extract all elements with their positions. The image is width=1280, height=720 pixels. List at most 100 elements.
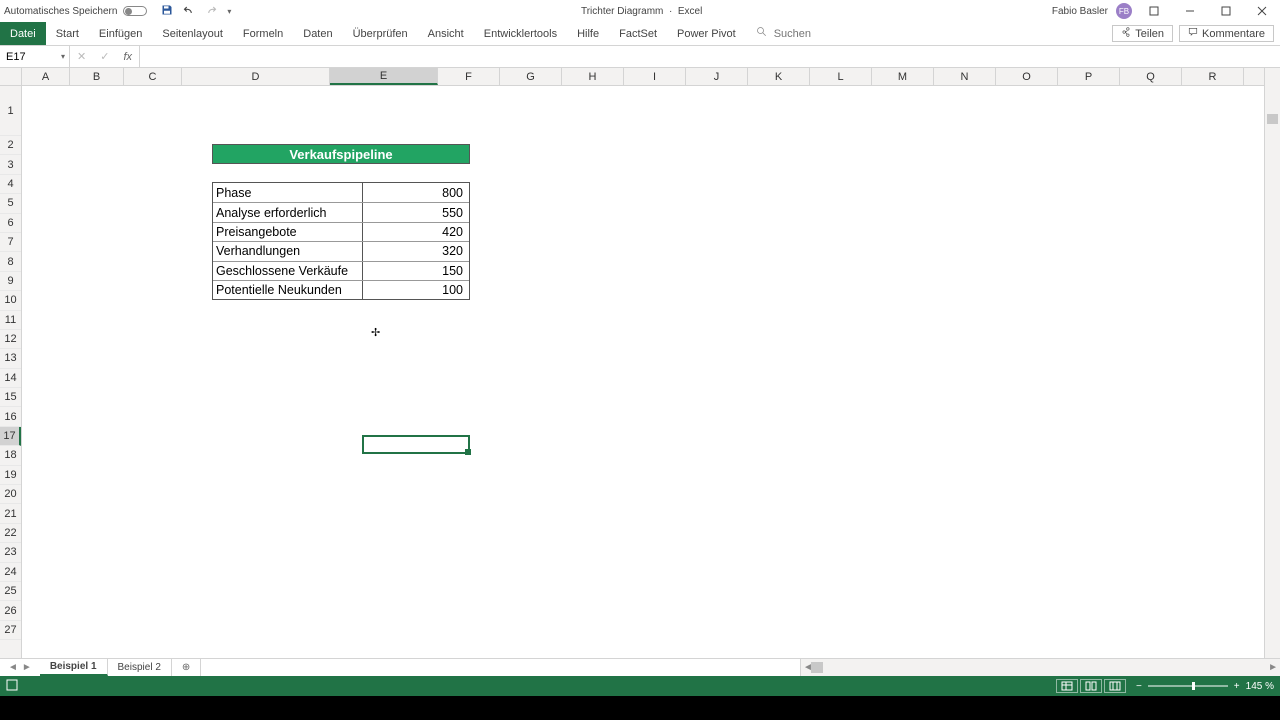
share-button[interactable]: Teilen (1112, 25, 1173, 42)
spreadsheet-grid[interactable]: ABCDEFGHIJKLMNOPQR 123456789101112131415… (0, 68, 1280, 658)
tab-file[interactable]: Datei (0, 22, 46, 45)
table-cell-label[interactable]: Phase (213, 183, 363, 202)
table-cell-label[interactable]: Analyse erforderlich (213, 203, 363, 221)
col-header-K[interactable]: K (748, 68, 810, 85)
row-header-25[interactable]: 25 (0, 582, 21, 601)
col-header-F[interactable]: F (438, 68, 500, 85)
row-header-12[interactable]: 12 (0, 330, 21, 349)
tab-formeln[interactable]: Formeln (233, 22, 293, 45)
table-cell-label[interactable]: Geschlossene Verkäufe (213, 262, 363, 280)
row-headers[interactable]: 1234567891011121314151617181920212223242… (0, 86, 22, 658)
ribbon-display-icon[interactable] (1140, 2, 1168, 20)
redo-icon[interactable] (205, 4, 217, 19)
tab-power pivot[interactable]: Power Pivot (667, 22, 746, 45)
table-row[interactable]: Analyse erforderlich550 (213, 202, 469, 221)
select-all-corner[interactable] (0, 68, 22, 86)
col-header-A[interactable]: A (22, 68, 70, 85)
col-header-C[interactable]: C (124, 68, 182, 85)
row-header-11[interactable]: 11 (0, 311, 21, 330)
zoom-control[interactable]: − + 145 % (1136, 681, 1274, 692)
row-header-21[interactable]: 21 (0, 504, 21, 523)
row-header-3[interactable]: 3 (0, 155, 21, 174)
row-header-14[interactable]: 14 (0, 369, 21, 388)
tab-hilfe[interactable]: Hilfe (567, 22, 609, 45)
avatar[interactable]: FB (1116, 3, 1132, 19)
tab-start[interactable]: Start (46, 22, 89, 45)
vertical-scrollbar[interactable] (1264, 68, 1280, 658)
col-header-R[interactable]: R (1182, 68, 1244, 85)
zoom-slider-thumb[interactable] (1192, 682, 1195, 690)
page-break-view-icon[interactable] (1104, 679, 1126, 693)
table-row[interactable]: Geschlossene Verkäufe150 (213, 261, 469, 280)
save-icon[interactable] (161, 4, 173, 19)
row-header-7[interactable]: 7 (0, 233, 21, 252)
row-header-13[interactable]: 13 (0, 349, 21, 368)
col-header-I[interactable]: I (624, 68, 686, 85)
pipeline-table[interactable]: Phase800Analyse erforderlich550Preisange… (212, 182, 470, 300)
tab-entwicklertools[interactable]: Entwicklertools (474, 22, 567, 45)
table-cell-label[interactable]: Preisangebote (213, 223, 363, 241)
col-header-J[interactable]: J (686, 68, 748, 85)
col-header-O[interactable]: O (996, 68, 1058, 85)
table-row[interactable]: Potentielle Neukunden100 (213, 280, 469, 299)
tab-überprüfen[interactable]: Überprüfen (343, 22, 418, 45)
col-header-Q[interactable]: Q (1120, 68, 1182, 85)
col-header-D[interactable]: D (182, 68, 330, 85)
cancel-icon[interactable]: ✕ (77, 50, 86, 63)
table-cell-label[interactable]: Verhandlungen (213, 242, 363, 260)
sheet-prev-icon[interactable]: ◄ (8, 662, 18, 673)
table-row[interactable]: Phase800 (213, 183, 469, 202)
fx-icon[interactable]: fx (123, 51, 132, 63)
table-row[interactable]: Preisangebote420 (213, 222, 469, 241)
row-header-26[interactable]: 26 (0, 601, 21, 620)
sheet-next-icon[interactable]: ► (22, 662, 32, 673)
row-header-27[interactable]: 27 (0, 621, 21, 640)
row-header-23[interactable]: 23 (0, 543, 21, 562)
row-header-6[interactable]: 6 (0, 214, 21, 233)
cells-area[interactable]: Verkaufspipeline Phase800Analyse erforde… (22, 86, 1264, 658)
zoom-level[interactable]: 145 % (1246, 681, 1274, 692)
undo-icon[interactable] (183, 4, 195, 19)
row-header-1[interactable]: 1 (0, 86, 21, 136)
col-header-M[interactable]: M (872, 68, 934, 85)
horizontal-scrollbar-thumb[interactable] (811, 662, 823, 673)
table-cell-value[interactable]: 800 (363, 183, 469, 202)
col-header-P[interactable]: P (1058, 68, 1120, 85)
row-header-2[interactable]: 2 (0, 136, 21, 155)
row-header-10[interactable]: 10 (0, 291, 21, 310)
page-layout-view-icon[interactable] (1080, 679, 1102, 693)
row-header-8[interactable]: 8 (0, 252, 21, 271)
maximize-icon[interactable] (1212, 2, 1240, 20)
tab-seitenlayout[interactable]: Seitenlayout (152, 22, 233, 45)
col-header-G[interactable]: G (500, 68, 562, 85)
tab-factset[interactable]: FactSet (609, 22, 667, 45)
close-icon[interactable] (1248, 2, 1276, 20)
row-header-4[interactable]: 4 (0, 175, 21, 194)
normal-view-icon[interactable] (1056, 679, 1078, 693)
row-header-24[interactable]: 24 (0, 563, 21, 582)
sheet-tab[interactable]: Beispiel 2 (108, 659, 172, 676)
table-cell-value[interactable]: 550 (363, 203, 469, 221)
table-cell-value[interactable]: 420 (363, 223, 469, 241)
search-input[interactable] (774, 28, 854, 40)
autosave-toggle[interactable] (123, 6, 147, 16)
table-cell-value[interactable]: 150 (363, 262, 469, 280)
tab-ansicht[interactable]: Ansicht (418, 22, 474, 45)
hscroll-right-icon[interactable]: ► (1268, 662, 1278, 673)
namebox-dropdown-icon[interactable]: ▾ (61, 52, 65, 61)
col-header-B[interactable]: B (70, 68, 124, 85)
col-header-E[interactable]: E (330, 68, 438, 85)
col-header-H[interactable]: H (562, 68, 624, 85)
tab-daten[interactable]: Daten (293, 22, 342, 45)
row-header-5[interactable]: 5 (0, 194, 21, 213)
comments-button[interactable]: Kommentare (1179, 25, 1274, 42)
add-sheet-button[interactable]: ⊕ (172, 659, 201, 676)
row-header-22[interactable]: 22 (0, 524, 21, 543)
tab-einfügen[interactable]: Einfügen (89, 22, 152, 45)
sheet-nav[interactable]: ◄ ► (0, 659, 40, 676)
zoom-in-icon[interactable]: + (1234, 681, 1240, 692)
enter-icon[interactable]: ✓ (100, 50, 109, 63)
row-header-15[interactable]: 15 (0, 388, 21, 407)
vertical-scrollbar-thumb[interactable] (1267, 114, 1278, 124)
formula-input[interactable] (140, 46, 1280, 67)
